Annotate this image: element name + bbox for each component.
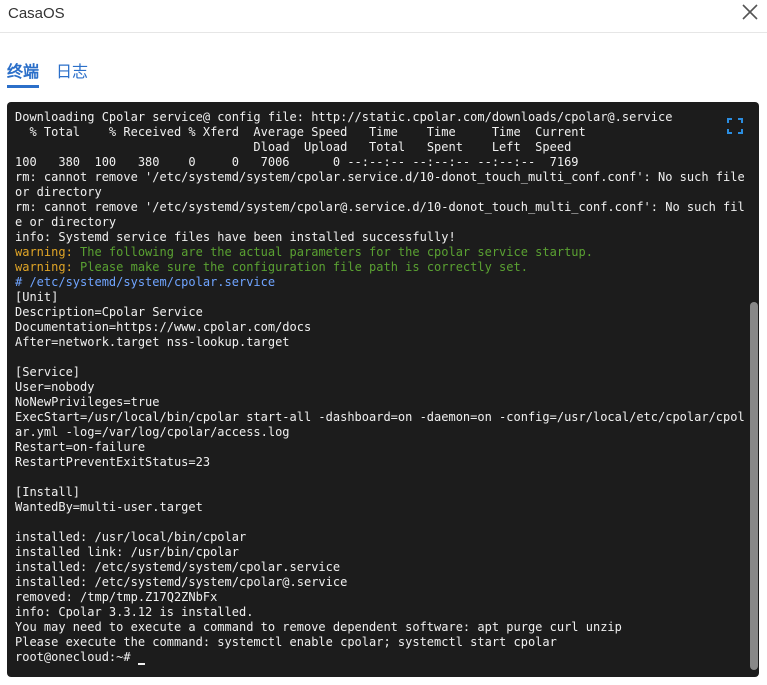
terminal-line: removed: /tmp/tmp.Z17Q2ZNbFx — [15, 590, 218, 604]
terminal-line: Downloading Cpolar service@ config file:… — [15, 110, 673, 124]
fullscreen-icon — [727, 118, 743, 134]
tab-logs[interactable]: 日志 — [56, 58, 88, 82]
terminal-line: [Service] — [15, 365, 81, 379]
terminal-line: rm: cannot remove '/etc/systemd/system/c… — [15, 200, 745, 229]
terminal-line: [Unit] — [15, 290, 59, 304]
terminal-line: You may need to execute a command to rem… — [15, 620, 622, 634]
app-title: CasaOS — [8, 5, 65, 22]
terminal-line: 100 380 100 380 0 0 7006 0 --:--:-- --:-… — [15, 155, 579, 169]
terminal-line: WantedBy=multi-user.target — [15, 500, 203, 514]
fullscreen-button[interactable] — [727, 118, 743, 134]
close-icon — [742, 4, 758, 20]
terminal-line: installed: /etc/systemd/system/cpolar@.s… — [15, 575, 348, 589]
prompt-text: root@onecloud:~# — [15, 650, 138, 664]
terminal-line: warning: Please make sure the configurat… — [15, 260, 751, 275]
terminal-line: RestartPreventExitStatus=23 — [15, 455, 211, 469]
terminal-line: Documentation=https://www.cpolar.com/doc… — [15, 320, 312, 334]
window-header: CasaOS — [0, 0, 767, 33]
terminal-line: Dload Upload Total Spent Left Speed — [15, 140, 572, 154]
terminal-panel[interactable]: Downloading Cpolar service@ config file:… — [7, 102, 759, 677]
terminal-line: installed link: /usr/bin/cpolar — [15, 545, 239, 559]
terminal-line: warning: The following are the actual pa… — [15, 245, 751, 260]
terminal-line: Description=Cpolar Service — [15, 305, 203, 319]
terminal-output: Downloading Cpolar service@ config file:… — [15, 110, 751, 665]
warning-keyword: warning: — [15, 260, 73, 274]
terminal-line: NoNewPrivileges=true — [15, 395, 160, 409]
warning-message: Please make sure the configuration file … — [80, 260, 528, 274]
terminal-line: info: Cpolar 3.3.12 is installed. — [15, 605, 254, 619]
warning-keyword: warning: — [15, 245, 73, 259]
terminal-line: installed: /etc/systemd/system/cpolar.se… — [15, 560, 341, 574]
terminal-line: info: Systemd service files have been in… — [15, 230, 456, 244]
terminal-cursor — [137, 652, 145, 665]
terminal-line: Please execute the command: systemctl en… — [15, 635, 557, 649]
terminal-line: [Install] — [15, 485, 81, 499]
terminal-line: Restart=on-failure — [15, 440, 146, 454]
terminal-prompt[interactable]: root@onecloud:~# — [15, 650, 751, 665]
terminal-line: ExecStart=/usr/local/bin/cpolar start-al… — [15, 410, 745, 439]
tab-terminal[interactable]: 终端 — [7, 58, 40, 88]
terminal-line: % Total % Received % Xferd Average Speed… — [15, 125, 586, 139]
close-button[interactable] — [741, 3, 759, 21]
terminal-line: installed: /usr/local/bin/cpolar — [15, 530, 247, 544]
terminal-line: rm: cannot remove '/etc/systemd/system/c… — [15, 170, 752, 199]
warning-message: The following are the actual parameters … — [80, 245, 593, 259]
terminal-line: # /etc/systemd/system/cpolar.service — [15, 275, 276, 289]
terminal-line: After=network.target nss-lookup.target — [15, 335, 290, 349]
terminal-scrollbar[interactable] — [750, 302, 758, 670]
terminal-line: User=nobody — [15, 380, 95, 394]
